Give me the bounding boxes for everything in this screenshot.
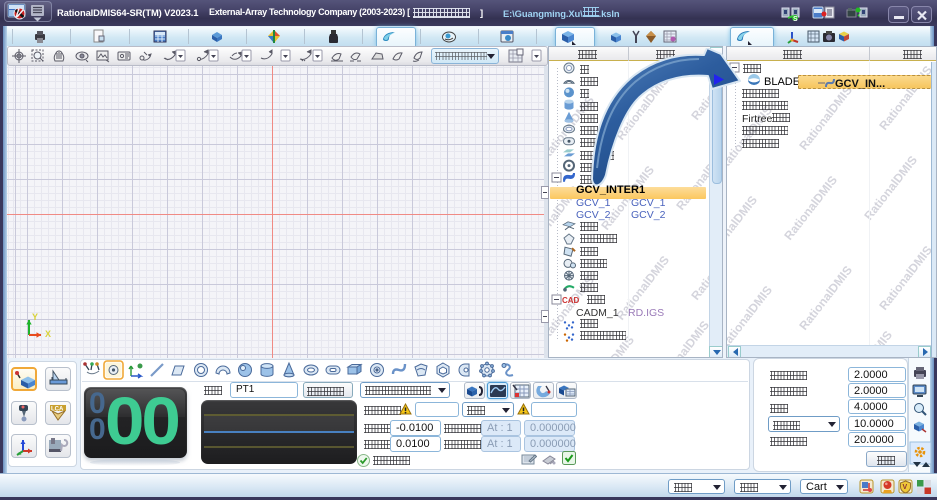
- svg-text:S: S: [793, 16, 798, 23]
- svg-text:V: V: [903, 484, 908, 491]
- svg-text:CAD: CAD: [562, 296, 580, 305]
- svg-text:Y: Y: [32, 312, 38, 322]
- svg-text:X: X: [45, 329, 51, 339]
